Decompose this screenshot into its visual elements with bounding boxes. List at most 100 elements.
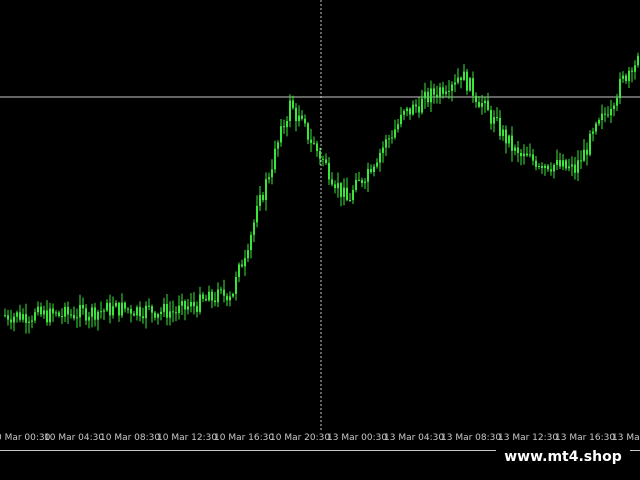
candle-body <box>340 183 342 197</box>
candle-body <box>226 295 228 301</box>
candle-body <box>187 306 189 310</box>
candle-body <box>223 289 225 296</box>
candle-body <box>451 84 453 91</box>
candle-body <box>436 94 438 97</box>
candle-body <box>205 298 207 301</box>
candle-body <box>511 135 513 151</box>
candle-body <box>367 168 369 182</box>
candle-body <box>460 77 462 80</box>
candle-body <box>241 264 243 267</box>
candle-body <box>610 109 612 116</box>
candle-body <box>616 98 618 106</box>
candle-body <box>316 143 318 152</box>
candle-body <box>301 115 303 119</box>
candle-body <box>586 149 588 155</box>
candle-body <box>538 165 540 167</box>
candle-body <box>619 78 621 99</box>
candle-body <box>403 111 405 115</box>
candle-body <box>484 100 486 104</box>
candle-body <box>259 195 261 206</box>
candle-body <box>88 316 90 321</box>
candle-body <box>262 195 264 201</box>
candle-body <box>253 222 255 235</box>
candle-body <box>70 314 72 316</box>
candle-body <box>109 302 111 316</box>
candle-body <box>280 126 282 143</box>
candle-body <box>448 90 450 92</box>
candle-body <box>355 179 357 190</box>
candle-body <box>463 71 465 80</box>
candle-body <box>133 313 135 316</box>
candle-body <box>400 114 402 125</box>
candle-body <box>337 183 339 189</box>
candle-body <box>10 319 12 323</box>
candle-body <box>16 312 18 317</box>
candle-body <box>478 102 480 107</box>
candle-body <box>388 138 390 140</box>
candle-body <box>307 123 309 140</box>
candle-body <box>61 316 63 318</box>
candle-body <box>22 314 24 320</box>
candle-body <box>4 315 6 317</box>
candle-body <box>583 149 585 161</box>
candle-body <box>82 304 84 309</box>
candle-body <box>637 55 639 66</box>
candle-body <box>502 129 504 136</box>
candle-body <box>424 91 426 99</box>
candle-body <box>412 104 414 115</box>
candle-body <box>328 162 330 180</box>
candle-body <box>523 153 525 157</box>
candle-body <box>181 301 183 306</box>
candle-body <box>634 65 636 72</box>
candle-body <box>520 152 522 157</box>
candle-body <box>469 78 471 91</box>
candle-body <box>514 147 516 151</box>
candle-body <box>391 137 393 139</box>
candle-body <box>571 164 573 167</box>
candle-body <box>472 78 474 96</box>
candle-body <box>607 114 609 116</box>
candle-body <box>544 165 546 168</box>
time-axis-label: 10 Mar 20:30 <box>270 433 331 443</box>
candle-body <box>49 308 51 323</box>
candle-body <box>376 162 378 167</box>
candle-body <box>352 189 354 201</box>
candle-body <box>274 148 276 170</box>
candle-body <box>382 147 384 153</box>
candle-body <box>130 308 132 314</box>
candle-body <box>496 117 498 119</box>
candle-body <box>622 75 624 79</box>
candle-body <box>283 126 285 128</box>
candle-body <box>631 70 633 72</box>
candle-body <box>298 115 300 122</box>
candle-body <box>160 311 162 314</box>
candle-body <box>139 307 141 317</box>
candle-body <box>163 303 165 312</box>
candle-body <box>79 304 81 318</box>
candle-body <box>58 312 60 317</box>
time-axis-label: 10 Mar 12:30 <box>157 433 218 443</box>
candle-body <box>439 87 441 97</box>
time-axis-label: 13 Mar 00:30 <box>327 433 388 443</box>
time-axis-label: 10 Mar 04:30 <box>44 433 105 443</box>
candle-body <box>553 164 555 172</box>
candle-body <box>385 139 387 148</box>
price-chart[interactable] <box>0 0 640 430</box>
candle-body <box>415 104 417 107</box>
chart-area[interactable] <box>0 0 640 430</box>
candle-body <box>127 308 129 310</box>
candle-body <box>7 315 9 320</box>
candle-body <box>106 302 108 311</box>
candle-body <box>73 314 75 319</box>
candle-body <box>115 302 117 307</box>
candle-body <box>154 312 156 318</box>
candle-body <box>430 88 432 103</box>
candle-body <box>517 147 519 153</box>
candle-body <box>628 70 630 82</box>
candle-body <box>28 321 30 323</box>
candle-body <box>361 180 363 183</box>
candle-body <box>217 289 219 303</box>
candle-body <box>322 158 324 160</box>
candle-body <box>559 160 561 167</box>
candle-body <box>592 131 594 134</box>
